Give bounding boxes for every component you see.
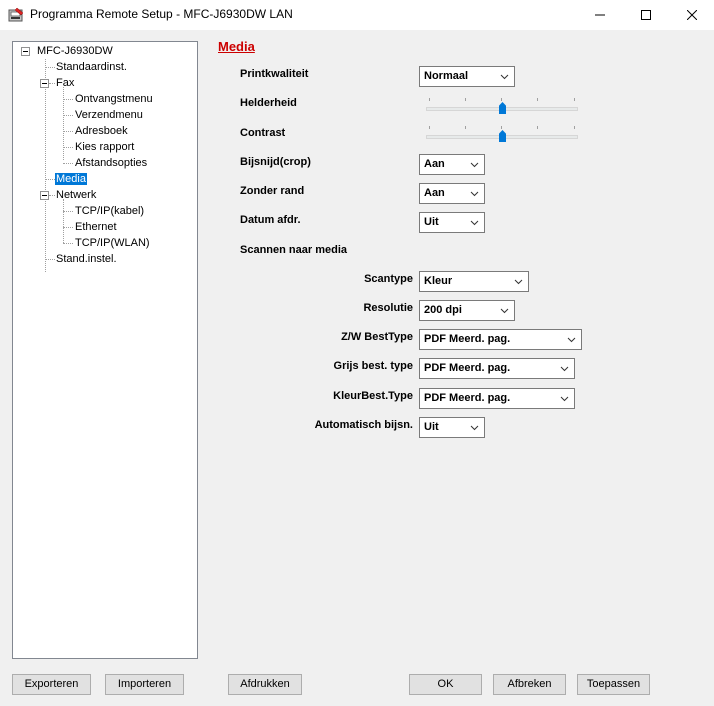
datum-select[interactable]: Uit [419, 212, 485, 233]
zonder-rand-label: Zonder rand [240, 185, 305, 197]
settings-tree[interactable]: MFC-J6930DW Standaardinst. Fax Ontvangst… [12, 41, 198, 659]
tree-item-standaardinst[interactable]: Standaardinst. [56, 60, 127, 74]
tree-root[interactable]: MFC-J6930DW [37, 44, 113, 58]
resolutie-label: Resolutie [363, 302, 413, 314]
afbreken-button[interactable]: Afbreken [493, 674, 566, 695]
ok-button[interactable]: OK [409, 674, 482, 695]
maximize-button[interactable] [623, 0, 669, 30]
chevron-down-icon [567, 337, 576, 343]
tree-item-ethernet[interactable]: Ethernet [75, 220, 117, 234]
contrast-slider[interactable] [426, 126, 578, 146]
zonder-rand-select[interactable]: Aan [419, 183, 485, 204]
resolutie-select[interactable]: 200 dpi [419, 300, 515, 321]
tree-item-tcpip-kabel[interactable]: TCP/IP(kabel) [75, 204, 144, 218]
bijsnijden-select[interactable]: Aan [419, 154, 485, 175]
kleur-besttype-select[interactable]: PDF Meerd. pag. [419, 388, 575, 409]
tree-item-fax[interactable]: Fax [56, 76, 74, 90]
printkwaliteit-select[interactable]: Normaal [419, 66, 515, 87]
tree-item-media[interactable]: Media [55, 172, 87, 186]
close-icon [687, 10, 697, 20]
collapse-root-icon[interactable] [21, 47, 30, 56]
collapse-fax-icon[interactable] [40, 79, 49, 88]
close-button[interactable] [669, 0, 714, 30]
scantype-label: Scantype [364, 273, 413, 285]
chevron-down-icon [514, 279, 523, 285]
tree-item-adresboek[interactable]: Adresboek [75, 124, 128, 138]
chevron-down-icon [500, 308, 509, 314]
grijs-besttype-label: Grijs best. type [333, 360, 413, 372]
zw-besttype-label: Z/W BestType [341, 331, 413, 343]
helderheid-label: Helderheid [240, 97, 297, 109]
window-title: Programma Remote Setup - MFC-J6930DW LAN [30, 7, 293, 21]
chevron-down-icon [560, 396, 569, 402]
maximize-icon [641, 10, 651, 20]
scannen-header: Scannen naar media [240, 244, 347, 256]
printkwaliteit-label: Printkwaliteit [240, 68, 309, 80]
minimize-button[interactable] [577, 0, 623, 30]
kleur-besttype-label: KleurBest.Type [333, 390, 413, 402]
tree-item-ontvangstmenu[interactable]: Ontvangstmenu [75, 92, 153, 106]
tree-item-stand-instel[interactable]: Stand.instel. [56, 252, 117, 266]
datum-label: Datum afdr. [240, 214, 301, 226]
chevron-down-icon [470, 220, 479, 226]
grijs-besttype-select[interactable]: PDF Meerd. pag. [419, 358, 575, 379]
chevron-down-icon [560, 366, 569, 372]
tree-item-kies-rapport[interactable]: Kies rapport [75, 140, 134, 154]
collapse-netwerk-icon[interactable] [40, 191, 49, 200]
tree-item-tcpip-wlan[interactable]: TCP/IP(WLAN) [75, 236, 150, 250]
exporteren-button[interactable]: Exporteren [12, 674, 91, 695]
importeren-button[interactable]: Importeren [105, 674, 184, 695]
contrast-label: Contrast [240, 127, 286, 139]
scantype-select[interactable]: Kleur [419, 271, 529, 292]
tree-item-netwerk[interactable]: Netwerk [56, 188, 96, 202]
tree-item-afstandsopties[interactable]: Afstandsopties [75, 156, 147, 170]
minimize-icon [595, 14, 605, 16]
helderheid-thumb[interactable] [499, 102, 506, 114]
panel-title: Media [218, 39, 255, 54]
chevron-down-icon [470, 425, 479, 431]
helderheid-slider[interactable] [426, 98, 578, 118]
afdrukken-button[interactable]: Afdrukken [228, 674, 302, 695]
tree-item-verzendmenu[interactable]: Verzendmenu [75, 108, 143, 122]
chevron-down-icon [470, 162, 479, 168]
chevron-down-icon [470, 191, 479, 197]
bijsnijden-label: Bijsnijd(crop) [240, 156, 311, 168]
auto-bijsn-label: Automatisch bijsn. [314, 419, 413, 431]
chevron-down-icon [500, 74, 509, 80]
auto-bijsn-select[interactable]: Uit [419, 417, 485, 438]
zw-besttype-select[interactable]: PDF Meerd. pag. [419, 329, 582, 350]
contrast-thumb[interactable] [499, 130, 506, 142]
title-bar: Programma Remote Setup - MFC-J6930DW LAN [0, 0, 714, 30]
app-icon [8, 7, 24, 22]
toepassen-button[interactable]: Toepassen [577, 674, 650, 695]
